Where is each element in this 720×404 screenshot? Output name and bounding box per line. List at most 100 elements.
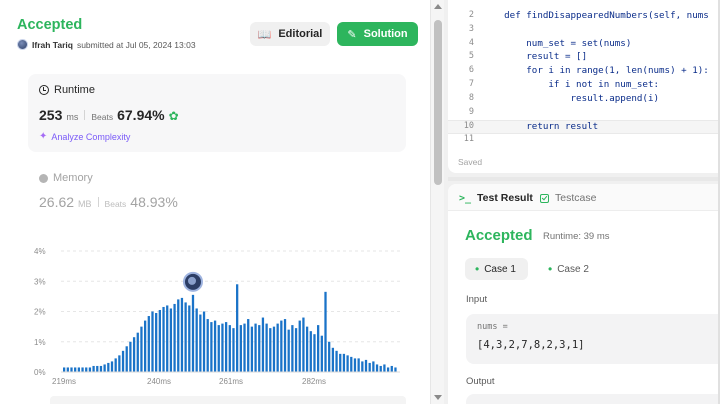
chart-bar[interactable]: [379, 365, 382, 372]
chart-bar[interactable]: [136, 332, 139, 372]
case-2-tab[interactable]: • Case 2: [538, 258, 602, 280]
chart-bar[interactable]: [298, 320, 301, 372]
chart-bar[interactable]: [195, 308, 198, 372]
chart-bar[interactable]: [375, 364, 379, 372]
chart-bar[interactable]: [85, 367, 88, 372]
chart-bar[interactable]: [66, 367, 69, 372]
chart-bar[interactable]: [191, 294, 195, 372]
chart-bar[interactable]: [236, 284, 239, 372]
code-editor[interactable]: 2 def findDisappearedNumbers(self, nums 3…: [448, 0, 720, 173]
case-1-tab[interactable]: • Case 1: [465, 258, 528, 280]
code-line[interactable]: 5 result = []: [448, 51, 720, 65]
memory-header[interactable]: Memory: [39, 172, 93, 184]
code-line[interactable]: 2 def findDisappearedNumbers(self, nums: [448, 10, 720, 24]
chart-bar[interactable]: [177, 299, 180, 372]
code-line[interactable]: 7 if i not in num_set:: [448, 79, 720, 93]
chart-bar[interactable]: [103, 364, 106, 372]
chart-bar[interactable]: [331, 347, 335, 372]
chart-bar[interactable]: [232, 328, 235, 372]
code-line[interactable]: 3: [448, 24, 720, 38]
chart-bar[interactable]: [107, 362, 110, 372]
chart-bar[interactable]: [162, 306, 165, 372]
chart-bar[interactable]: [63, 367, 66, 372]
chart-bar[interactable]: [364, 359, 368, 372]
chart-bar[interactable]: [169, 308, 173, 372]
chart-bar[interactable]: [276, 323, 279, 372]
chart-bar[interactable]: [309, 331, 312, 372]
chart-bar[interactable]: [180, 297, 184, 372]
chart-bar[interactable]: [328, 341, 331, 372]
chart-bar[interactable]: [132, 337, 136, 372]
chart-bar[interactable]: [224, 322, 228, 372]
chart-bar[interactable]: [202, 311, 206, 373]
chart-bar[interactable]: [77, 367, 81, 372]
code-line[interactable]: 6 for i in range(1, len(nums) + 1):: [448, 65, 720, 79]
code-line[interactable]: 4 num_set = set(nums): [448, 38, 720, 52]
chart-bar[interactable]: [294, 328, 298, 372]
chart-bar[interactable]: [287, 329, 290, 372]
chart-bar[interactable]: [140, 326, 143, 373]
code-line[interactable]: 8 result.append(i): [448, 93, 720, 107]
chart-bar[interactable]: [118, 355, 121, 372]
chart-bar[interactable]: [386, 367, 390, 372]
chart-bar[interactable]: [199, 314, 202, 372]
chart-bar[interactable]: [394, 367, 397, 372]
chart-bar[interactable]: [339, 353, 342, 372]
scroll-up-icon[interactable]: [434, 4, 442, 9]
chart-bar[interactable]: [269, 328, 272, 372]
panel-resize-handle[interactable]: [448, 177, 720, 181]
code-line[interactable]: 9: [448, 107, 720, 121]
chart-bar[interactable]: [129, 341, 132, 372]
chart-bar[interactable]: [265, 323, 268, 372]
left-scrollbar[interactable]: [430, 0, 444, 404]
chart-bar[interactable]: [99, 365, 103, 372]
chart-bar[interactable]: [166, 305, 169, 372]
chart-bar[interactable]: [254, 323, 257, 372]
chart-bar[interactable]: [151, 311, 154, 373]
chart-bar[interactable]: [302, 317, 305, 372]
chart-bar[interactable]: [353, 358, 357, 372]
author-name[interactable]: Ifrah Tariq: [32, 40, 73, 50]
chart-bar[interactable]: [143, 320, 147, 372]
chart-bar[interactable]: [261, 317, 265, 372]
tab-testcase[interactable]: Testcase: [540, 192, 596, 204]
chart-bar[interactable]: [258, 325, 261, 372]
chart-bar[interactable]: [357, 358, 360, 372]
chart-bar[interactable]: [383, 364, 386, 372]
chart-bar[interactable]: [313, 334, 316, 372]
chart-bar[interactable]: [320, 335, 323, 372]
chart-bar[interactable]: [305, 326, 309, 373]
chart-bar[interactable]: [210, 322, 213, 372]
chart-bar[interactable]: [368, 362, 371, 372]
chart-bar[interactable]: [272, 326, 276, 373]
chart-bar[interactable]: [372, 361, 375, 372]
author-avatar[interactable]: [17, 39, 28, 50]
chart-bar[interactable]: [342, 353, 346, 372]
chart-bar[interactable]: [361, 361, 364, 372]
chart-bar[interactable]: [173, 303, 176, 372]
chart-bar[interactable]: [147, 316, 150, 372]
chart-bar[interactable]: [184, 302, 187, 372]
chart-bar[interactable]: [114, 358, 117, 372]
chart-bar[interactable]: [283, 319, 287, 372]
chart-bar[interactable]: [228, 325, 231, 372]
editorial-button[interactable]: 📖 Editorial: [250, 22, 330, 46]
chart-bar[interactable]: [188, 305, 191, 372]
code-line[interactable]: 10 return result: [448, 120, 720, 135]
chart-bar[interactable]: [81, 367, 84, 372]
chart-bar[interactable]: [213, 320, 217, 372]
chart-bar[interactable]: [125, 346, 128, 372]
runtime-distribution-chart[interactable]: 4% 3% 2% 1% 0% 219ms 240ms 261ms 282ms: [28, 240, 408, 390]
chart-bar[interactable]: [88, 367, 92, 372]
analyze-complexity-link[interactable]: ✦ Analyze Complexity: [39, 131, 130, 142]
chart-bar[interactable]: [317, 325, 320, 372]
chart-bar[interactable]: [239, 325, 242, 372]
chart-bar[interactable]: [335, 350, 338, 372]
chart-bar[interactable]: [110, 361, 114, 372]
chart-bar[interactable]: [158, 309, 161, 372]
chart-bar[interactable]: [121, 350, 125, 372]
chart-bar[interactable]: [221, 323, 224, 372]
scroll-thumb[interactable]: [434, 20, 442, 185]
chart-bar[interactable]: [247, 319, 250, 372]
code-line[interactable]: 11: [448, 134, 720, 148]
